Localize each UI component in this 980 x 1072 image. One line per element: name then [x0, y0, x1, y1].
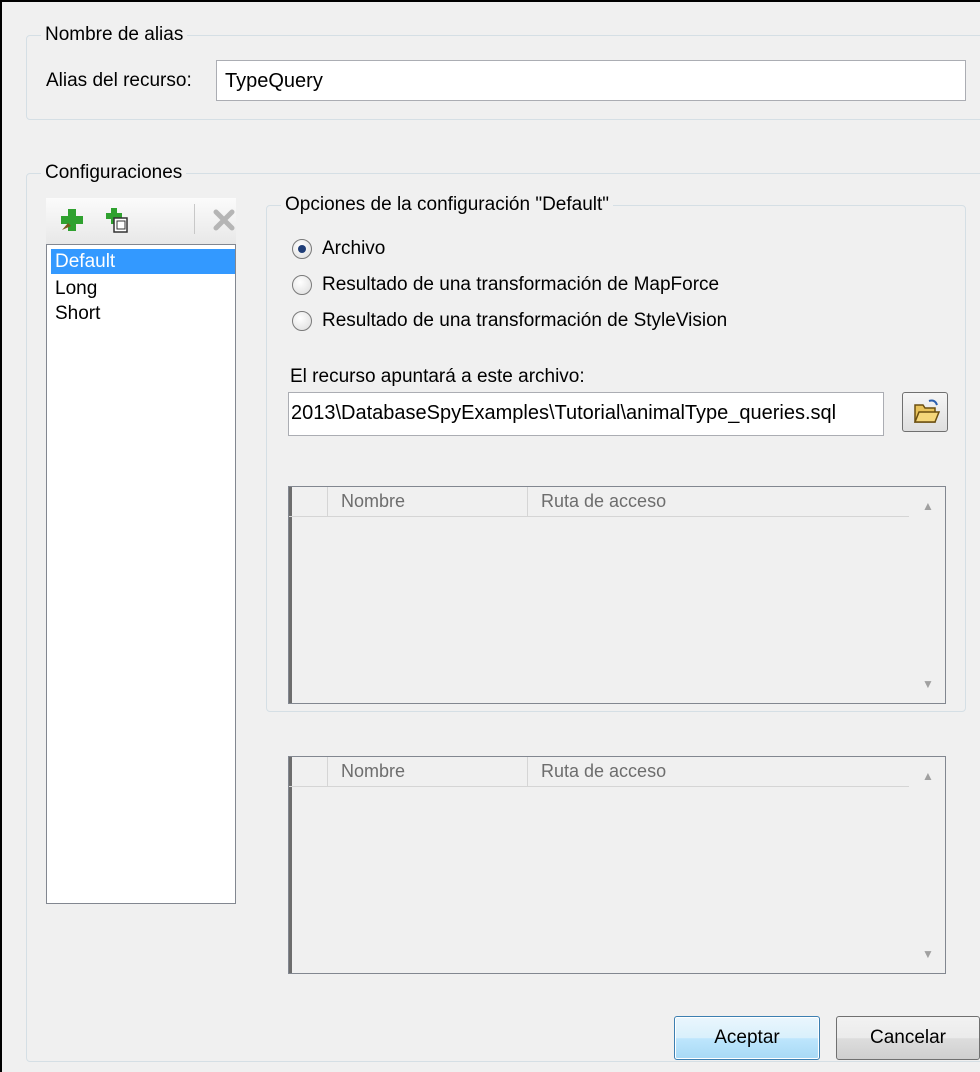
scroll-down-icon[interactable]: ▼: [922, 677, 934, 691]
grid-edge: [289, 757, 292, 973]
file-path-input[interactable]: 2013\DatabaseSpyExamples\Tutorial\animal…: [288, 392, 884, 436]
column-header-ruta[interactable]: Ruta de acceso: [541, 491, 666, 512]
grid-edge: [289, 487, 292, 703]
configurations-group-title: Configuraciones: [45, 162, 183, 183]
config-list[interactable]: Default Long Short: [46, 244, 236, 904]
toolbar-separator: [194, 204, 195, 234]
column-header-nombre[interactable]: Nombre: [341, 491, 405, 512]
radio-mapforce[interactable]: Resultado de una transformación de MapFo…: [292, 272, 719, 298]
column-separator: [327, 487, 328, 517]
column-header-ruta[interactable]: Ruta de acceso: [541, 761, 666, 782]
copy-config-icon[interactable]: [102, 206, 130, 234]
radio-mapforce-label: Resultado de una transformación de MapFo…: [322, 274, 720, 295]
folder-open-icon: [913, 399, 941, 423]
radio-stylevision-label: Resultado de una transformación de Style…: [322, 310, 728, 331]
alias-input-value: TypeQuery: [225, 70, 323, 92]
radio-stylevision-circle[interactable]: [292, 311, 312, 331]
scroll-up-icon[interactable]: ▲: [922, 499, 934, 513]
radio-archivo[interactable]: Archivo: [292, 236, 385, 262]
column-header-nombre[interactable]: Nombre: [341, 761, 405, 782]
grid-scrollbar[interactable]: ▲ ▼: [911, 487, 945, 703]
ok-button[interactable]: Aceptar: [674, 1016, 820, 1060]
radio-stylevision[interactable]: Resultado de una transformación de Style…: [292, 308, 727, 334]
grid-scrollbar[interactable]: ▲ ▼: [911, 757, 945, 973]
options-group-title: Opciones de la configuración "Default": [285, 194, 610, 215]
config-item-long[interactable]: Long: [51, 276, 235, 301]
file-path-value: 2013\DatabaseSpyExamples\Tutorial\animal…: [291, 402, 837, 424]
column-separator: [527, 757, 528, 787]
column-separator: [327, 757, 328, 787]
config-item-short[interactable]: Short: [51, 301, 235, 326]
radio-archivo-circle[interactable]: [292, 239, 312, 259]
alias-input[interactable]: TypeQuery: [216, 60, 966, 101]
column-separator: [527, 487, 528, 517]
resource-grid-2[interactable]: Nombre Ruta de acceso ▲ ▼: [288, 756, 946, 974]
radio-mapforce-circle[interactable]: [292, 275, 312, 295]
grid-header: Nombre Ruta de acceso: [289, 487, 909, 517]
add-config-icon[interactable]: [58, 206, 86, 234]
browse-button[interactable]: [902, 392, 948, 432]
scroll-down-icon[interactable]: ▼: [922, 947, 934, 961]
file-label: El recurso apuntará a este archivo:: [290, 366, 585, 387]
resource-grid-1[interactable]: Nombre Ruta de acceso ▲ ▼: [288, 486, 946, 704]
alias-label: Alias del recurso:: [46, 70, 192, 91]
delete-config-icon[interactable]: [210, 206, 238, 234]
cancel-button[interactable]: Cancelar: [836, 1016, 980, 1060]
radio-archivo-label: Archivo: [322, 238, 386, 259]
config-item-default[interactable]: Default: [51, 249, 235, 274]
config-toolbar: [46, 198, 236, 244]
scroll-up-icon[interactable]: ▲: [922, 769, 934, 783]
alias-group-title: Nombre de alias: [45, 24, 184, 45]
grid-header: Nombre Ruta de acceso: [289, 757, 909, 787]
